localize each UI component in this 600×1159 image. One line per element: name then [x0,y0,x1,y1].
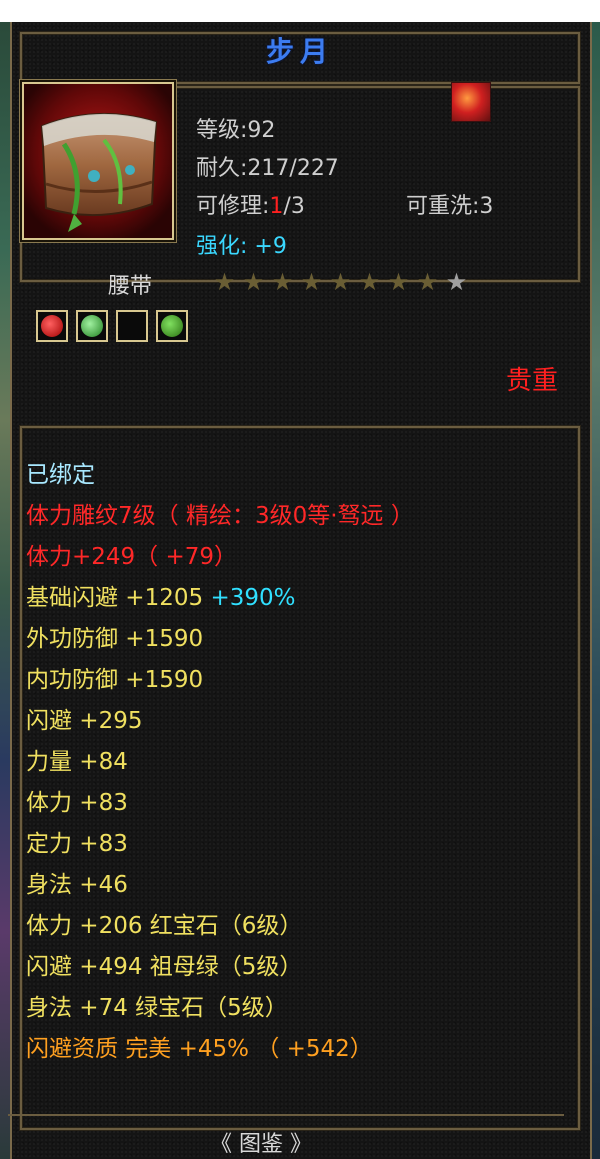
stamina-attr: 体力 +83 [26,790,128,816]
star-filled-icon: ★ [271,268,294,296]
item-rewash: 可重洗:3 [406,194,494,219]
star-filled-icon: ★ [416,268,439,296]
agility-attr: 身法 +46 [26,872,128,898]
base-dodge-label: 基础闪避 +1205 [26,585,211,611]
quality-flame-icon [451,82,491,122]
repair-prefix: 可修理: [196,194,270,219]
enhance-label: 强化: [196,234,248,259]
aptitude-attr: 闪避资质 完美 +45% （ +542） [26,1036,373,1062]
gem-attr-3: 身法 +74 绿宝石（5级） [26,995,288,1021]
quality-label: 贵重 [505,366,558,396]
item-level: 等级:92 [196,118,276,143]
item-enhance: 强化: +9 [196,228,287,260]
enhance-value: +9 [254,234,287,259]
strength-attr: 力量 +84 [26,749,128,775]
codex-link[interactable]: 《 图鉴 》 [210,1126,312,1158]
repair-suffix: /3 [283,194,305,219]
red-gem-icon [36,310,68,342]
enhance-stars: ★ ★ ★ ★ ★ ★ ★ ★ ★ [212,270,469,295]
item-durability: 耐久:217/227 [196,156,339,181]
star-filled-icon: ★ [387,268,410,296]
dodge-attr: 闪避 +295 [26,708,143,734]
empty-gem-slot [116,310,148,342]
item-title: 步月 [265,35,334,68]
engrave-attr: 体力雕纹7级（ 精绘：3级0等·驽远 ） [26,503,414,529]
base-dodge-pct: +390% [210,585,296,611]
repair-value: 1 [269,194,284,219]
focus-attr: 定力 +83 [26,831,128,857]
emerald-gem-icon [156,310,188,342]
item-repair: 可修理:1/3 [196,188,305,220]
star-filled-icon: ★ [242,268,265,296]
belt-icon [22,82,174,240]
outer-defense-attr: 外功防御 +1590 [26,626,204,652]
stamina-bonus-attr: 体力+249（ +79） [26,544,238,570]
gem-slots [36,310,188,342]
gem-attr-2: 闪避 +494 祖母绿（5级） [26,954,303,980]
star-filled-icon: ★ [329,268,352,296]
bound-status: 已绑定 [26,462,95,488]
green-gem-icon [76,310,108,342]
star-filled-icon: ★ [213,268,236,296]
inner-defense-attr: 内功防御 +1590 [26,667,204,693]
attributes-frame [20,426,580,1130]
star-empty-icon: ★ [445,268,468,296]
star-filled-icon: ★ [358,268,381,296]
item-type-name: 腰带 [108,274,153,299]
star-filled-icon: ★ [300,268,323,296]
gem-attr-1: 体力 +206 红宝石（6级） [26,913,303,939]
base-dodge-attr: 基础闪避 +1205 +390% [26,578,295,612]
